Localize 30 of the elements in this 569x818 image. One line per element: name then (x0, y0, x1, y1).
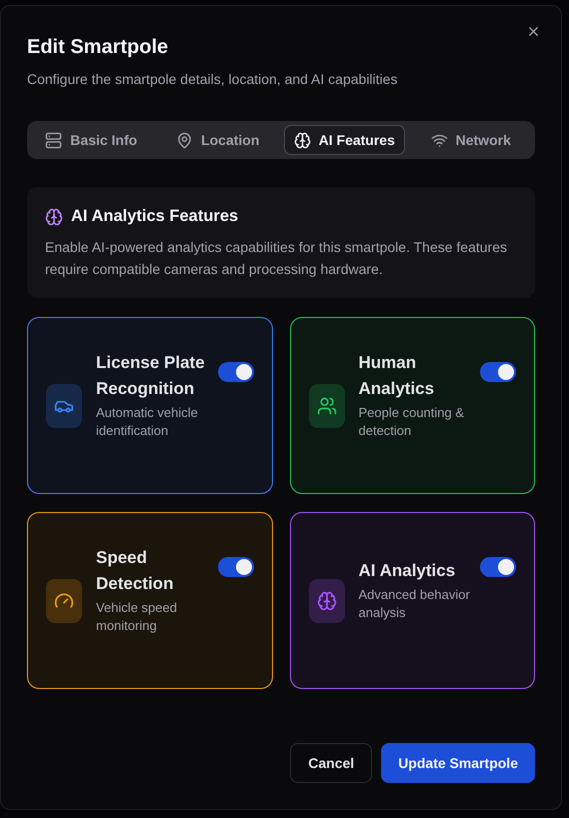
toggle-switch[interactable] (480, 362, 516, 382)
feature-description: Vehicle speed monitoring (96, 598, 178, 634)
users-icon (316, 396, 336, 416)
update-button[interactable]: Update Smartpole (381, 743, 535, 783)
tab[interactable]: Location (158, 125, 278, 155)
feature-title: AI Analytics (358, 560, 456, 582)
map-pin-icon (176, 132, 194, 148)
toggle-switch[interactable] (480, 557, 516, 577)
brain-icon (294, 132, 311, 148)
toggle-switch[interactable] (218, 362, 254, 382)
cancel-button[interactable]: Cancel (290, 743, 372, 783)
feature-title: Speed Detection (96, 546, 174, 594)
info-title: AI Analytics Features (71, 207, 238, 226)
dialog-title: Edit Smartpole (27, 36, 170, 59)
server-icon (45, 132, 62, 148)
feature-description: Automatic vehicle identification (96, 404, 199, 440)
close-icon (526, 24, 541, 39)
tab[interactable]: Basic Info (31, 125, 152, 155)
toggle-switch[interactable] (218, 557, 254, 577)
feature-title: Human Analytics (358, 352, 436, 400)
gauge-icon (54, 590, 74, 610)
feature-description: Advanced behavior analysis (358, 586, 471, 622)
feature-title: License Plate Recognition (96, 352, 206, 400)
dialog-description: Configure the smartpole details, location, and AI capabilities (27, 71, 398, 87)
feature-description: People counting & detection (358, 404, 466, 440)
info-text: Enable AI-powered analytics capabilities for this smartpole. These features require compatible cameras and processing hardware. (45, 238, 508, 279)
tab[interactable]: AI Features (284, 125, 404, 155)
tab[interactable]: Network (410, 125, 531, 155)
brain-icon (45, 208, 63, 226)
brain-icon (316, 590, 336, 610)
